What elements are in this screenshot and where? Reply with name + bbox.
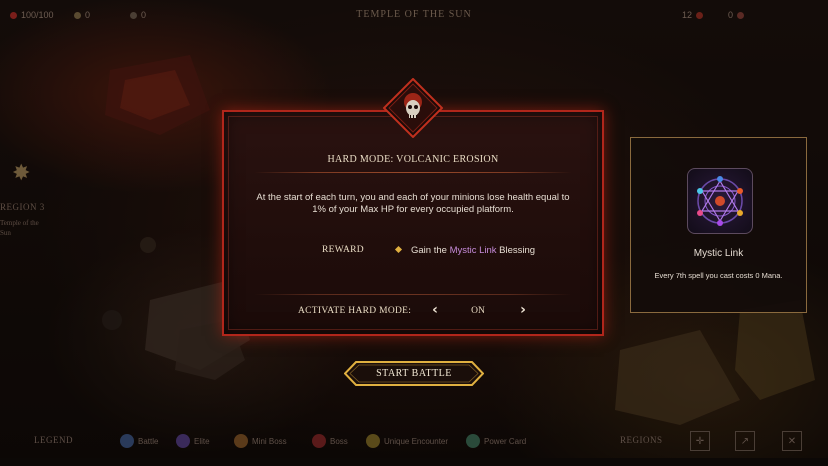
toggle-next-arrow[interactable]: › — [516, 302, 530, 318]
reward-text: Gain the Mystic Link Blessing — [411, 245, 536, 256]
battle-icon — [120, 434, 134, 448]
hard-mode-description: At the start of each turn, you and each … — [256, 192, 570, 215]
title-divider — [254, 172, 572, 173]
region-name: REGION 3 — [0, 202, 45, 212]
expand-button[interactable]: ↗ — [735, 431, 755, 451]
reward-label: REWARD — [322, 245, 364, 255]
resource-stat-c: 12 — [682, 10, 704, 20]
mini-boss-icon — [234, 434, 248, 448]
blessing-card: Mystic Link Every 7th spell you cast cos… — [630, 137, 807, 313]
resource-stat-d: 0 — [728, 10, 745, 20]
map-legend: LEGEND Battle Elite Mini Boss Boss Uniqu… — [0, 426, 828, 456]
hard-mode-toggle-value: ON — [471, 306, 485, 316]
legend-item-boss: Boss — [312, 434, 348, 448]
legend-item-mini-boss: Mini Boss — [234, 434, 287, 448]
legend-item-elite: Elite — [176, 434, 210, 448]
hard-mode-dialog: HARD MODE: VOLCANIC EROSION At the start… — [222, 110, 604, 336]
map-view-button[interactable]: ✛ — [690, 431, 710, 451]
potion-icon — [696, 11, 704, 19]
dialog-title: HARD MODE: VOLCANIC EROSION — [327, 154, 499, 165]
blessing-description: Every 7th spell you cast costs 0 Mana. — [654, 271, 783, 280]
legend-item-battle: Battle — [120, 434, 158, 448]
start-battle-label: START BATTLE — [376, 368, 452, 379]
regions-label: REGIONS — [620, 435, 663, 445]
legend-item-power-card: Power Card — [466, 434, 526, 448]
power-card-icon — [466, 434, 480, 448]
start-battle-button[interactable]: START BATTLE — [344, 361, 484, 386]
bottom-edge — [0, 458, 828, 466]
gem-icon — [737, 11, 745, 19]
toggle-prev-arrow[interactable]: ‹ — [428, 302, 442, 318]
reward-highlight: Mystic Link — [449, 245, 497, 256]
unique-encounter-icon — [366, 434, 380, 448]
level-title: TEMPLE OF THE SUN — [356, 9, 472, 20]
legend-title: LEGEND — [34, 435, 73, 445]
dialog-inner-border — [228, 116, 598, 330]
region-subtitle: Temple of the Sun — [0, 219, 39, 237]
blessing-name: Mystic Link — [693, 248, 744, 259]
legend-item-unique-encounter: Unique Encounter — [366, 434, 448, 448]
elite-icon — [176, 434, 190, 448]
activate-hard-mode-label: ACTIVATE HARD MODE: — [298, 306, 412, 316]
sun-icon: ✸ — [12, 160, 31, 185]
top-bar: 100/100 0 0 TEMPLE OF THE SUN 12 0 — [0, 0, 828, 30]
activate-divider — [254, 294, 572, 295]
skull-emblem-icon — [383, 78, 443, 138]
close-button[interactable]: ✕ — [782, 431, 802, 451]
boss-icon — [312, 434, 326, 448]
mystic-link-icon — [687, 168, 753, 234]
